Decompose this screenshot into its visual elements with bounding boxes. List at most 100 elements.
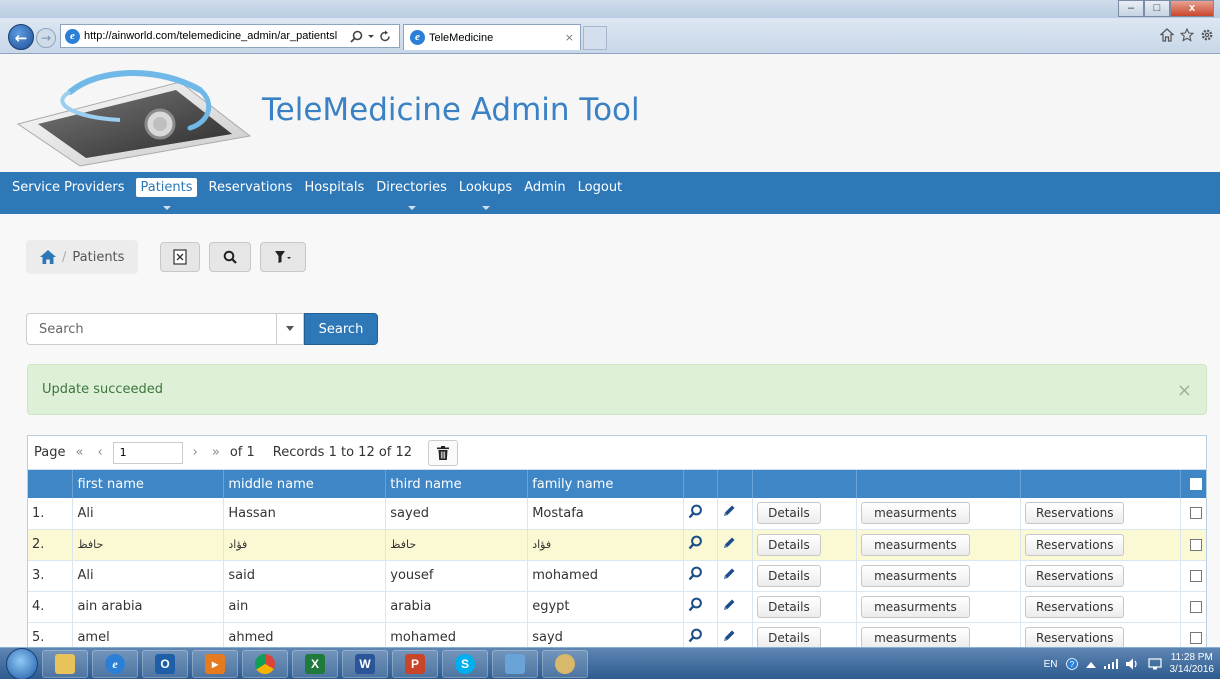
- row-checkbox[interactable]: [1189, 538, 1202, 551]
- table-row[interactable]: 2. حافظ فؤاد حافظ فؤاد Details measurments Rese…: [28, 529, 1206, 561]
- nav-lookups[interactable]: Lookups: [453, 172, 518, 214]
- table-row[interactable]: 4. ain arabia ain arabia egypt Details measurm…: [28, 591, 1206, 623]
- reservations-button[interactable]: Reservations: [1025, 564, 1125, 587]
- taskbar-picture-viewer[interactable]: [492, 649, 538, 678]
- taskbar-chrome[interactable]: [242, 649, 288, 678]
- pencil-icon[interactable]: [722, 537, 736, 554]
- search-icon[interactable]: [350, 30, 363, 43]
- nav-directories[interactable]: Directories: [370, 172, 453, 214]
- details-button[interactable]: Details: [757, 626, 821, 649]
- refresh-icon[interactable]: [379, 30, 391, 43]
- column-header-first-name[interactable]: first name: [72, 470, 225, 498]
- taskbar-media[interactable]: ▸: [192, 649, 238, 678]
- forward-button[interactable]: →: [36, 28, 56, 48]
- pencil-icon[interactable]: [722, 599, 736, 616]
- row-checkbox[interactable]: [1189, 600, 1202, 613]
- reservations-button[interactable]: Reservations: [1025, 626, 1125, 649]
- first-page-button[interactable]: «: [71, 445, 87, 460]
- page-number-input[interactable]: [112, 441, 183, 464]
- language-indicator[interactable]: EN: [1044, 659, 1058, 670]
- start-button[interactable]: [6, 647, 38, 679]
- app-title: TeleMedicine Admin Tool: [262, 92, 640, 128]
- taskbar-excel[interactable]: X: [292, 649, 338, 678]
- search-options-dropdown[interactable]: [276, 313, 304, 345]
- volume-icon[interactable]: [1125, 658, 1140, 670]
- search-input[interactable]: [26, 313, 276, 345]
- show-hidden-icons-icon[interactable]: [1085, 660, 1096, 668]
- search-icon[interactable]: [688, 597, 703, 616]
- search-toggle-button[interactable]: [209, 242, 251, 272]
- signal-icon[interactable]: [1103, 659, 1118, 669]
- measurments-button[interactable]: measurments: [861, 595, 970, 618]
- pencil-icon[interactable]: [722, 630, 736, 647]
- measurments-button[interactable]: measurments: [861, 502, 970, 525]
- close-icon[interactable]: ×: [1177, 380, 1192, 401]
- network-icon[interactable]: [1147, 658, 1162, 670]
- taskbar-paint[interactable]: [542, 649, 588, 678]
- last-page-button[interactable]: »: [208, 445, 224, 460]
- measurments-button[interactable]: measurments: [861, 626, 970, 649]
- dropdown-icon[interactable]: [367, 30, 375, 43]
- details-button[interactable]: Details: [757, 564, 821, 587]
- nav-service-providers[interactable]: Service Providers: [6, 172, 130, 214]
- column-header-middle-name[interactable]: middle name: [223, 470, 387, 498]
- select-all-checkbox[interactable]: [1189, 478, 1202, 490]
- nav-admin[interactable]: Admin: [518, 172, 571, 214]
- reservations-button[interactable]: Reservations: [1025, 533, 1125, 556]
- table-row[interactable]: 1. Ali Hassan sayed Mostafa Details measurment…: [28, 498, 1206, 530]
- table-row[interactable]: 3. Ali said yousef mohamed Details measurments…: [28, 560, 1206, 592]
- browser-tab[interactable]: e TeleMedicine ×: [403, 24, 581, 50]
- nav-hospitals[interactable]: Hospitals: [298, 172, 370, 214]
- cell-middle-name: said: [223, 560, 387, 592]
- next-page-button[interactable]: ›: [189, 445, 202, 460]
- details-button[interactable]: Details: [757, 533, 821, 556]
- nav-patients[interactable]: Patients: [130, 172, 202, 214]
- home-icon[interactable]: [1160, 28, 1174, 42]
- taskbar-word[interactable]: W: [342, 649, 388, 678]
- reservations-button[interactable]: Reservations: [1025, 502, 1125, 525]
- close-window-button[interactable]: x: [1170, 0, 1214, 17]
- row-checkbox[interactable]: [1189, 507, 1202, 520]
- taskbar-skype[interactable]: S: [442, 649, 488, 678]
- url-text[interactable]: http://ainworld.com/telemedicine_admin/a…: [84, 30, 346, 42]
- search-icon[interactable]: [688, 566, 703, 585]
- filter-dropdown-button[interactable]: [260, 242, 306, 272]
- minimize-button[interactable]: –: [1118, 0, 1144, 17]
- tab-close-icon[interactable]: ×: [565, 31, 574, 44]
- row-checkbox[interactable]: [1189, 631, 1202, 644]
- pencil-icon[interactable]: [722, 568, 736, 585]
- search-icon[interactable]: [688, 535, 703, 554]
- column-header-third-name[interactable]: third name: [385, 470, 529, 498]
- row-checkbox[interactable]: [1189, 569, 1202, 582]
- measurments-button[interactable]: measurments: [861, 533, 970, 556]
- taskbar-internet-explorer[interactable]: e: [92, 649, 138, 678]
- prev-page-button[interactable]: ‹: [93, 445, 106, 460]
- app-header: TeleMedicine Admin Tool: [0, 54, 1220, 172]
- clock[interactable]: 11:28 PM 3/14/2016: [1170, 652, 1215, 676]
- search-icon[interactable]: [688, 628, 703, 647]
- measurments-button[interactable]: measurments: [861, 564, 970, 587]
- taskbar-explorer[interactable]: [42, 649, 88, 678]
- details-button[interactable]: Details: [757, 595, 821, 618]
- column-header-family-name[interactable]: family name: [527, 470, 685, 498]
- taskbar-powerpoint[interactable]: P: [392, 649, 438, 678]
- export-excel-button[interactable]: [160, 242, 200, 272]
- delete-button[interactable]: [428, 439, 459, 466]
- maximize-button[interactable]: □: [1144, 0, 1170, 17]
- home-icon[interactable]: [40, 250, 56, 264]
- help-icon[interactable]: ?: [1065, 658, 1078, 670]
- new-tab-button[interactable]: [583, 26, 607, 50]
- details-button[interactable]: Details: [757, 502, 821, 525]
- search-button[interactable]: Search: [304, 313, 378, 345]
- back-button[interactable]: ←: [8, 24, 34, 50]
- pencil-icon[interactable]: [722, 505, 736, 522]
- search-icon[interactable]: [688, 504, 703, 523]
- nav-logout[interactable]: Logout: [572, 172, 629, 214]
- taskbar-outlook[interactable]: O: [142, 649, 188, 678]
- settings-gear-icon[interactable]: [1200, 28, 1214, 42]
- address-bar[interactable]: e http://ainworld.com/telemedicine_admin…: [60, 24, 400, 48]
- reservations-cell: Reservations: [1020, 560, 1181, 592]
- reservations-button[interactable]: Reservations: [1025, 595, 1125, 618]
- nav-reservations[interactable]: Reservations: [203, 172, 299, 214]
- favorites-star-icon[interactable]: [1180, 28, 1194, 42]
